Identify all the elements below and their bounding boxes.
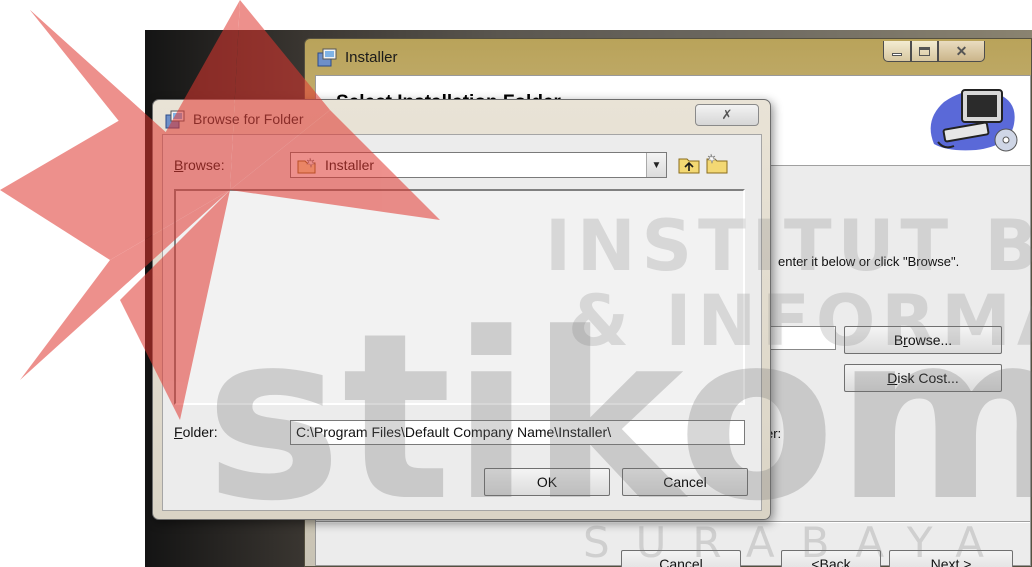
- folder-tree-view[interactable]: [174, 189, 745, 405]
- browse-location-value: Installer: [325, 157, 375, 173]
- folder-icon: [297, 157, 316, 174]
- browse-label: Browse:: [174, 157, 225, 173]
- next-label-accel: N: [930, 556, 941, 567]
- browse-dialog-client-area: Browse: Installer ▼ Folder: C:\Program F…: [162, 134, 762, 511]
- browse-label-accel-key: B: [174, 157, 184, 173]
- browse-label-suffix: owse...: [907, 332, 953, 348]
- installer-app-icon: [317, 48, 337, 67]
- back-label-prefix: <: [811, 556, 820, 567]
- browse-dialog-app-icon: [165, 110, 185, 129]
- browse-cancel-button[interactable]: Cancel: [622, 468, 748, 496]
- browse-dialog-title: Browse for Folder: [193, 111, 304, 127]
- next-label-suffix: ext >: [940, 556, 972, 567]
- browse-label-prefix: B: [893, 332, 904, 348]
- back-label-suffix: ack: [828, 556, 851, 567]
- minimize-button[interactable]: [883, 41, 911, 62]
- folder-path-input[interactable]: C:\Program Files\Default Company Name\In…: [290, 420, 745, 445]
- close-button[interactable]: ✕: [938, 41, 985, 62]
- close-icon: ✗: [721, 107, 733, 122]
- disk-cost-button[interactable]: Disk Cost...: [844, 364, 1002, 392]
- diskcost-label-accel: D: [887, 370, 898, 386]
- screen: { "installer": { "title": "Installer", "…: [0, 0, 1032, 567]
- browse-dialog-titlebar[interactable]: Browse for Folder ✗: [153, 100, 770, 136]
- folder-label: Folder:: [174, 424, 218, 440]
- installer-browse-button[interactable]: Br owse...: [844, 326, 1002, 354]
- computer-icon: [930, 89, 1018, 152]
- up-one-level-button[interactable]: [676, 151, 702, 177]
- back-label-accel: B: [819, 556, 829, 567]
- new-folder-button[interactable]: [704, 151, 730, 177]
- installer-title: Installer: [345, 49, 398, 66]
- maximize-button[interactable]: [911, 41, 938, 62]
- maximize-icon: [919, 46, 930, 56]
- ok-button[interactable]: OK: [484, 468, 610, 496]
- back-button[interactable]: < Back: [781, 550, 881, 567]
- diskcost-label-suffix: isk Cost...: [897, 370, 959, 386]
- next-button[interactable]: Next >: [889, 550, 1013, 567]
- installer-cancel-button[interactable]: Cancel: [621, 550, 741, 567]
- minimize-icon: [892, 52, 902, 56]
- installer-description: enter it below or click "Browse".: [778, 254, 960, 269]
- new-folder-icon: [706, 153, 728, 174]
- browse-location-dropdown[interactable]: Installer ▼: [290, 152, 667, 178]
- browse-dialog-close-button[interactable]: ✗: [695, 104, 759, 126]
- browse-for-folder-dialog: Browse for Folder ✗ Browse: Installer ▼: [152, 99, 771, 520]
- folder-label-accel-key: F: [174, 424, 183, 440]
- installer-folder-input[interactable]: [766, 326, 836, 350]
- folder-up-icon: [678, 158, 700, 174]
- installer-titlebar[interactable]: Installer ✕: [305, 39, 1031, 75]
- browse-label-rest: rowse:: [183, 157, 225, 173]
- chevron-down-icon[interactable]: ▼: [646, 153, 666, 177]
- footer-separator: [316, 521, 1030, 523]
- close-icon: ✕: [955, 42, 968, 59]
- folder-label-rest: older:: [182, 424, 218, 440]
